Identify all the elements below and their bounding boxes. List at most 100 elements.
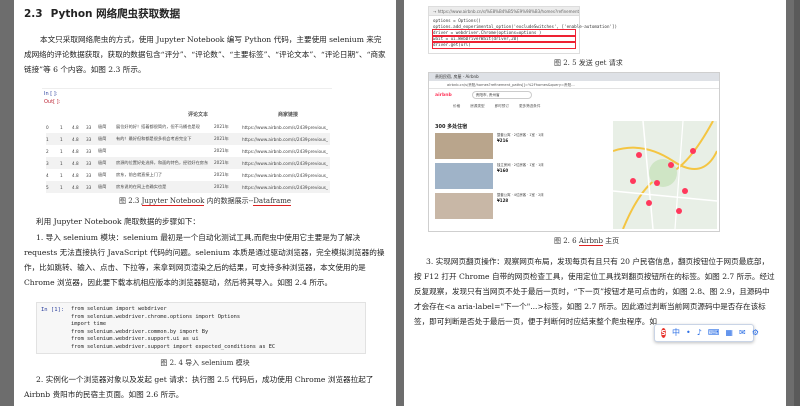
- table-cell: 极简: [98, 184, 107, 189]
- listing-info: 整套公寓 · 2位房客 · 1室 · 1床 ¥216: [497, 133, 595, 159]
- browser-address-bar: airbnb.cn/s/贵阳/homes?refinement_paths[]=…: [429, 81, 719, 89]
- listing-photo: [435, 133, 493, 159]
- code-lines: options = Options() options.add_experimen…: [429, 16, 617, 50]
- table-row: 4 1 4.8 33 极简 房东，前台就直接上门了 2021年 https://www.air…: [46, 169, 330, 181]
- ime-voice-icon[interactable]: ♪: [697, 329, 702, 337]
- table-cell: 房东，前台就直接上门了: [116, 172, 163, 177]
- step2-paragraph: 2. 实例化一个浏览器对象以及发起 get 请求：执行图 2.5 代码后，成功使…: [24, 375, 374, 399]
- listing-count-title: 300 多处住宿: [435, 124, 468, 130]
- table-cell: 1: [60, 124, 63, 130]
- table-cell: 极简: [98, 124, 107, 129]
- table-cell: 0: [46, 124, 49, 130]
- code-line: import time: [71, 321, 107, 327]
- airbnb-search-box: 贵阳市, 贵州省: [471, 91, 532, 99]
- listing-info: 整套公寓 · 4位房客 · 2室 · 2床 ¥128: [497, 193, 595, 219]
- table-cell: 33: [86, 136, 92, 142]
- in-prompt: In [ ]:: [44, 91, 58, 97]
- get-request-code-screenshot: → https://www.airbnb.cn/s/%E8%B4%B5%E9%9…: [428, 6, 617, 54]
- table-cell: 4.8: [72, 172, 79, 178]
- caption-figure-2-4: 图 2. 4 导入 selenium 模块: [160, 359, 250, 367]
- listing-info: 独立房间 · 2位房客 · 1室 · 1床 ¥160: [497, 163, 595, 189]
- caption-text: 主页: [602, 237, 620, 245]
- column-header-comment: 评论文本: [188, 112, 209, 118]
- ime-toolbar[interactable]: S 中 • ♪ ⌨ ▦ ✉ ⚙: [654, 324, 759, 342]
- code-line: from selenium.webdriver.support.ui as ui: [71, 336, 199, 342]
- table-cell: 2021年: [214, 172, 229, 177]
- airbnb-logo: airbnb: [435, 92, 452, 98]
- listing-photo: [435, 163, 493, 189]
- code-lines: from selenium import webdriver from selen…: [71, 306, 275, 351]
- section-number: 2.3: [24, 8, 43, 20]
- caption-link: Airbnb: [578, 237, 603, 246]
- right-page: → https://www.airbnb.cn/s/%E8%B4%B5%E9%9…: [404, 0, 786, 406]
- table-cell: 极简: [98, 148, 107, 153]
- table-cell: 1: [60, 184, 63, 190]
- airbnb-navbar: airbnb 贵阳市, 贵州省: [429, 89, 719, 101]
- ime-logo-icon[interactable]: S: [661, 328, 667, 338]
- listing-column: 300 多处住宿 整套公寓 · 2位房客 · 1室 · 1床 ¥216 独立房间 ·…: [435, 123, 595, 223]
- step1-paragraph: 1. 导入 selenium 模块：selenium 最初是一个自动化测试工具,…: [24, 233, 385, 287]
- table-cell: previous_: [308, 172, 328, 178]
- intro-paragraph: 本文只采取网络爬虫的方式，使用 Jupyter Notebook 编写 Pyth…: [24, 35, 386, 74]
- ime-punctuation-icon[interactable]: •: [686, 329, 691, 337]
- viewer-scrollbar[interactable]: [794, 0, 800, 406]
- table-cell: previous_: [308, 148, 328, 154]
- filter-chip: 价格: [453, 103, 461, 108]
- table-cell: 1: [60, 148, 63, 154]
- table-cell: previous_: [308, 184, 328, 190]
- table-row: 0 1 4.8 33 极简 展位好的好！搭着都很简约，但不马桶也是现 2021年 https:…: [46, 121, 330, 133]
- table-cell: previous_: [308, 136, 328, 142]
- caption-text: 内的数据展示--: [204, 197, 254, 205]
- ime-settings-icon[interactable]: ⚙: [752, 329, 759, 337]
- code-line: driver.get(url): [432, 41, 576, 49]
- table-cell: https://www.airbnb.com/s/24396317: [242, 184, 308, 190]
- column-header-link: 商家链接: [278, 112, 299, 118]
- caption-figure-2-6: 图 2. 6 Airbnb 主页: [554, 236, 619, 246]
- table-cell: 33: [86, 172, 92, 178]
- code-line: from selenium.webdriver.support import e…: [71, 343, 276, 350]
- table-row: 1 1 4.8 33 极简 有的！最好但和都是很多机会考虑完全下 2021年 https://…: [46, 133, 330, 145]
- table-cell: 4.8: [72, 160, 79, 166]
- ime-chinese-mode-icon[interactable]: 中: [672, 329, 680, 337]
- caption-link: Jupyter Notebook: [141, 197, 205, 206]
- table-cell: 1: [60, 136, 63, 142]
- table-cell: https://www.airbnb.com/s/24396317: [242, 172, 308, 178]
- table-cell: 4.8: [72, 184, 79, 190]
- caption-text: 图 2. 6: [554, 237, 579, 245]
- table-cell: 33: [86, 184, 92, 190]
- section-heading: 2.3 Python 网络爬虫获取数据: [24, 6, 188, 21]
- import-code-screenshot: In [1]: from selenium import webdriver fr…: [36, 302, 366, 354]
- table-cell: 房东说的在网上也确实也是: [116, 184, 167, 189]
- table-cell: 展位好的好！搭着都很简约，但不马桶也是现: [116, 124, 200, 129]
- map-panel: [613, 121, 717, 229]
- code-line: from selenium.webdriver.chrome.options i…: [71, 313, 241, 320]
- table-cell: 极简: [98, 160, 107, 165]
- table-cell: 2021年: [214, 160, 229, 165]
- listing-card: 独立房间 · 2位房客 · 1室 · 1床 ¥160: [435, 163, 595, 189]
- caption-figure-2-5: 图 2. 5 发送 get 请求: [554, 59, 623, 67]
- table-cell: previous_: [308, 124, 328, 130]
- caption-text: Dataframe: [253, 197, 291, 206]
- ime-keyboard-icon[interactable]: ⌨: [708, 329, 720, 337]
- table-cell: 1: [46, 136, 49, 142]
- listing-card: 整套公寓 · 4位房客 · 2室 · 2床 ¥128: [435, 193, 595, 219]
- listing-price: ¥128: [497, 198, 509, 203]
- airbnb-browser-screenshot: 贵阳民宿, 房屋 - Airbnb airbnb.cn/s/贵阳/homes?r…: [428, 72, 720, 232]
- map-drawing: [613, 121, 717, 229]
- table-cell: 极简: [98, 172, 107, 177]
- table-cell: 2021年: [214, 136, 229, 141]
- table-cell: 33: [86, 148, 92, 154]
- filter-chip: 更多筛选条件: [518, 103, 541, 108]
- code-prompt: In [1]:: [41, 307, 65, 313]
- table-cell: 3: [46, 160, 49, 166]
- ime-mail-icon[interactable]: ✉: [739, 329, 746, 337]
- listing-photo: [435, 193, 493, 219]
- table-cell: 2: [46, 148, 49, 154]
- filter-chip: 即时预订: [494, 103, 509, 108]
- table-cell: 33: [86, 124, 92, 130]
- table-cell: 1: [60, 160, 63, 166]
- table-cell: 2021年: [214, 124, 229, 129]
- ime-grid-icon[interactable]: ▦: [725, 329, 733, 337]
- table-cell: previous_: [308, 160, 328, 166]
- table-row: 3 1 4.8 33 极简 房源的位置好处选择，和面的特色，经验好在房东 2021年 http…: [46, 157, 330, 169]
